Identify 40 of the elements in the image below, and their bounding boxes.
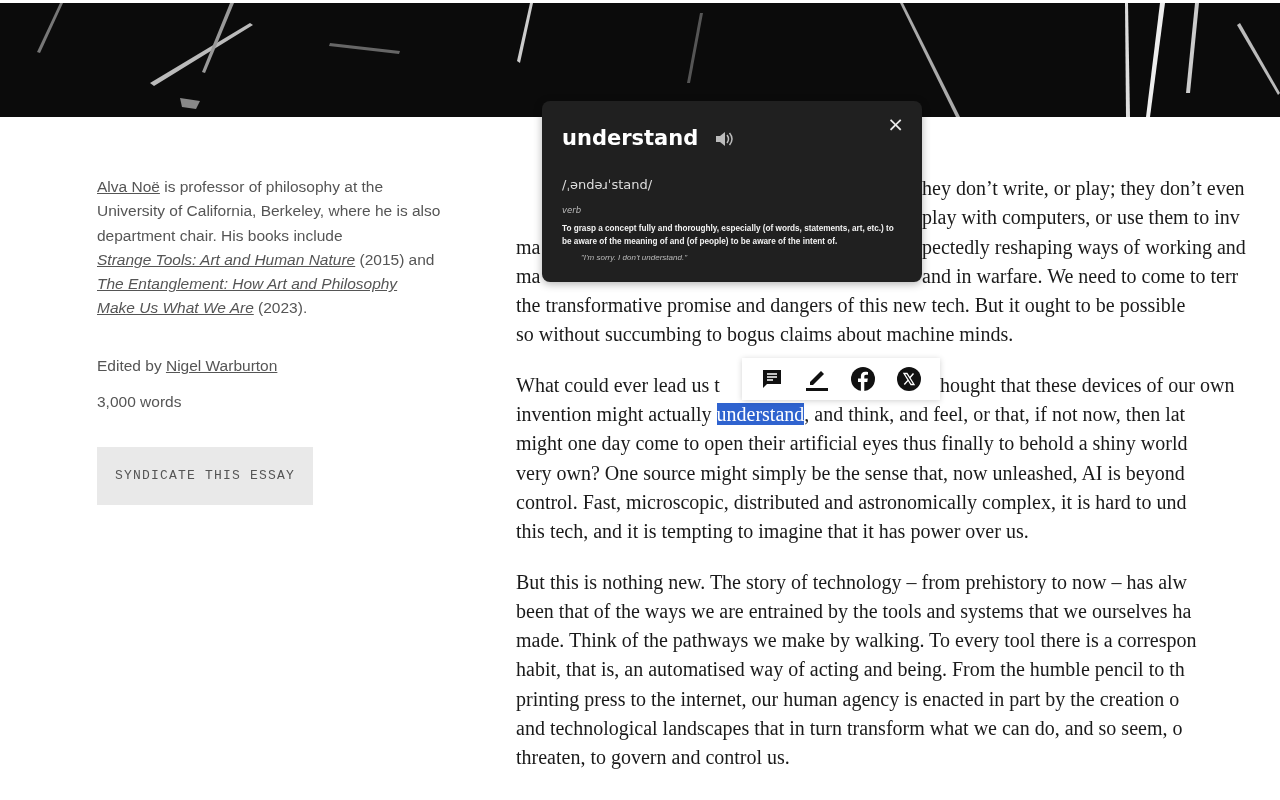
article-text: very own? One source might simply be the sense that, now unleashed, AI is beyond: [516, 460, 1185, 487]
close-button[interactable]: ×: [883, 112, 908, 136]
article-text: been that of the ways we are entrained by the tools and systems that we ourselves ha: [516, 598, 1192, 625]
syndicate-button[interactable]: SYNDICATE THIS ESSAY: [97, 447, 314, 505]
editor-link[interactable]: Nigel Warburton: [165, 356, 278, 374]
article-text: and technological landscapes that in turn transform what we can do, and so seem, o: [516, 716, 1183, 742]
book-link[interactable]: Strange Tools: Art and Human Nature: [97, 250, 356, 268]
editor-credit: Edited by Nigel Warburton: [97, 355, 279, 376]
facebook-icon[interactable]: [849, 365, 877, 393]
author-link[interactable]: Alva Noë: [97, 178, 160, 195]
article-text: habit, that is, an automatised way of acting and being. From the humble pencil to th: [516, 657, 1185, 683]
article-text: control. Fast, microscopic, distributed and astronomically complex, it is hard to und: [516, 489, 1187, 516]
part-of-speech: verb: [562, 204, 583, 217]
x-logo-icon[interactable]: [895, 365, 923, 393]
article-text: play with computers, or use them to inv: [922, 205, 1240, 231]
article-text: invention might actually understand, and think, and feel, or that, if not now, then lat: [516, 402, 1186, 428]
usage-example: "I'm sorry. I don't understand.": [581, 251, 689, 264]
article-text: hought that these devices of our own: [940, 372, 1235, 399]
article-text: so without succumbing to bogus claims about machine minds.: [516, 322, 1014, 348]
definition: To grasp a concept fully and thoroughly, especially (of words, statements, art, etc.) to be aware of the meaning of and (of people) to be aware of the intent of.: [562, 222, 895, 248]
article-text: might one day come to open their artificial eyes thus finally to behold a shiny world: [516, 431, 1188, 457]
article-text: made. Think of the pathways we make by walking. To every tool there is a correspon: [516, 628, 1197, 654]
article-text: the transformative promise and dangers of this new tech. But it ought to be possible: [516, 293, 1186, 319]
article-text: But this is nothing new. The story of technology – from prehistory to now – has alw: [516, 569, 1188, 596]
article-text: ma: [516, 234, 541, 260]
book-link[interactable]: The Entanglement: How Art and Philosophy: [97, 275, 398, 293]
dictionary-word: understand: [562, 125, 699, 152]
speaker-icon[interactable]: [714, 129, 735, 148]
word-count: 3,000 words: [97, 392, 183, 413]
article-text: and in warfare. We need to come to terr: [922, 263, 1239, 289]
article-text: ma: [516, 263, 541, 289]
article-text: pectedly reshaping ways of working and: [922, 234, 1246, 261]
article-text: hey don’t write, or play; they don’t even: [922, 176, 1245, 202]
article-text: What could ever lead us t: [516, 372, 720, 398]
pronunciation: /ˌəndəɹˈstand/: [562, 175, 654, 194]
author-bio: Alva Noë is professor of philosophy at the University of California, Berkeley, where he is also department chair. His books include Strange Tools: Art and Human Nature (2015) and The Entanglement: How Art and Philosophy Make Us What We Are (2023).: [97, 177, 442, 319]
book-link[interactable]: Make Us What We Are: [97, 299, 254, 317]
article-text: printing press to the internet, our human agency is enacted in part by the creation o: [516, 686, 1180, 713]
article-text: threaten, to govern and control us.: [516, 745, 790, 771]
article-text: this tech, and it is tempting to imagine that it has power over us.: [516, 519, 1029, 545]
